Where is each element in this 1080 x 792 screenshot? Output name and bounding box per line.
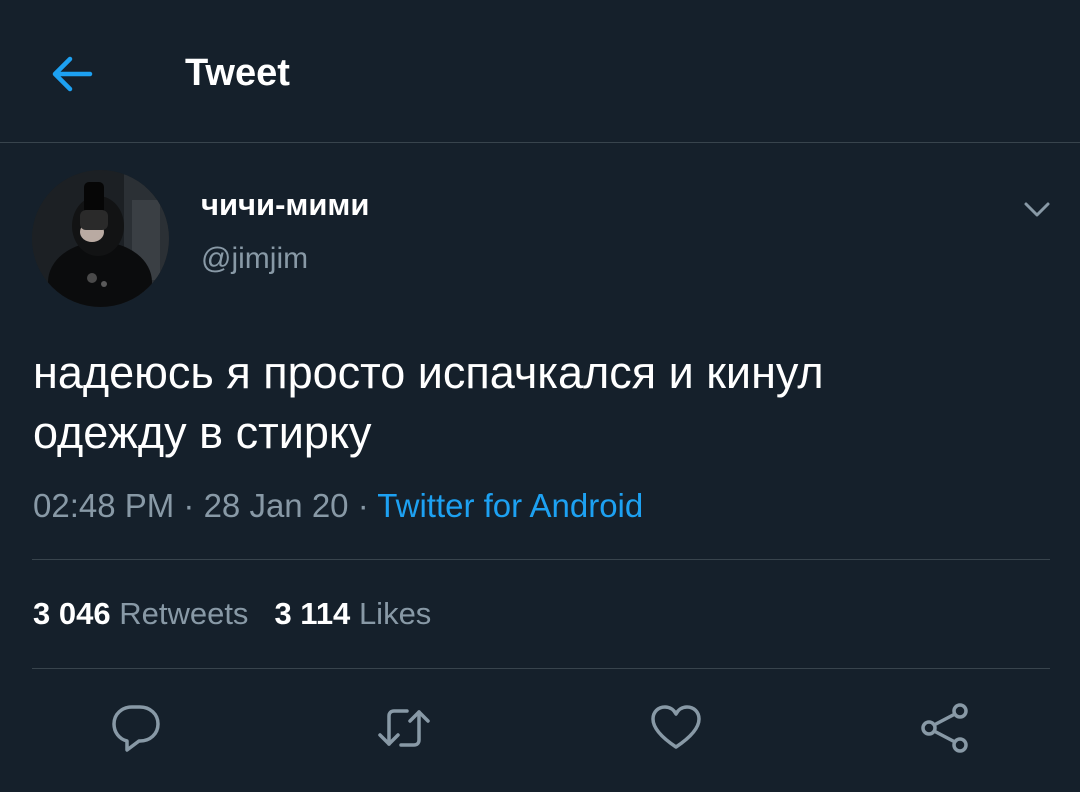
meta-separator: · bbox=[348, 487, 378, 524]
tweet-text: надеюсь я просто испачкался и кинул одеж… bbox=[33, 343, 1043, 463]
meta-separator: · bbox=[174, 487, 204, 524]
likes-label: Likes bbox=[358, 596, 432, 631]
arrow-left-icon bbox=[52, 56, 93, 92]
avatar[interactable] bbox=[32, 170, 169, 307]
share-button[interactable] bbox=[918, 700, 974, 756]
retweet-button[interactable] bbox=[376, 700, 432, 756]
page-title: Tweet bbox=[185, 52, 290, 94]
back-button[interactable] bbox=[46, 48, 98, 100]
tweet-source-link[interactable]: Twitter for Android bbox=[377, 487, 643, 524]
reply-button[interactable] bbox=[108, 700, 164, 756]
display-name[interactable]: чичи-мими bbox=[201, 186, 369, 224]
chevron-down-icon bbox=[1024, 202, 1050, 217]
retweets-stat[interactable]: 3 046 Retweets bbox=[33, 596, 248, 631]
tweet-time: 02:48 PM bbox=[33, 487, 175, 524]
retweets-count: 3 046 bbox=[33, 596, 111, 631]
retweet-icon bbox=[378, 709, 430, 747]
like-button[interactable] bbox=[648, 700, 704, 756]
tweet-text-line: надеюсь я просто испачкался и кинул bbox=[33, 347, 824, 398]
user-handle[interactable]: @jimjim bbox=[201, 240, 308, 278]
tweet-date: 28 Jan 20 bbox=[203, 487, 349, 524]
tweet-text-line: одежду в стирку bbox=[33, 407, 372, 458]
tweet-stats: 3 046 Retweets 3 114 Likes bbox=[33, 594, 431, 634]
tweet-meta: 02:48 PM · 28 Jan 20 · Twitter for Andro… bbox=[33, 485, 643, 527]
likes-stat[interactable]: 3 114 Likes bbox=[274, 596, 431, 631]
share-icon bbox=[921, 703, 968, 753]
like-icon bbox=[651, 705, 701, 749]
reply-icon bbox=[112, 705, 160, 752]
divider bbox=[32, 559, 1050, 560]
tweet-menu-button[interactable] bbox=[1018, 190, 1056, 228]
likes-count: 3 114 bbox=[274, 596, 351, 631]
top-bar: Tweet bbox=[0, 0, 1080, 143]
divider bbox=[32, 668, 1050, 669]
tweet-detail-screen: Tweet чичи-мими @jimjim надеюсь я просто… bbox=[0, 0, 1080, 792]
retweets-label: Retweets bbox=[119, 596, 249, 631]
